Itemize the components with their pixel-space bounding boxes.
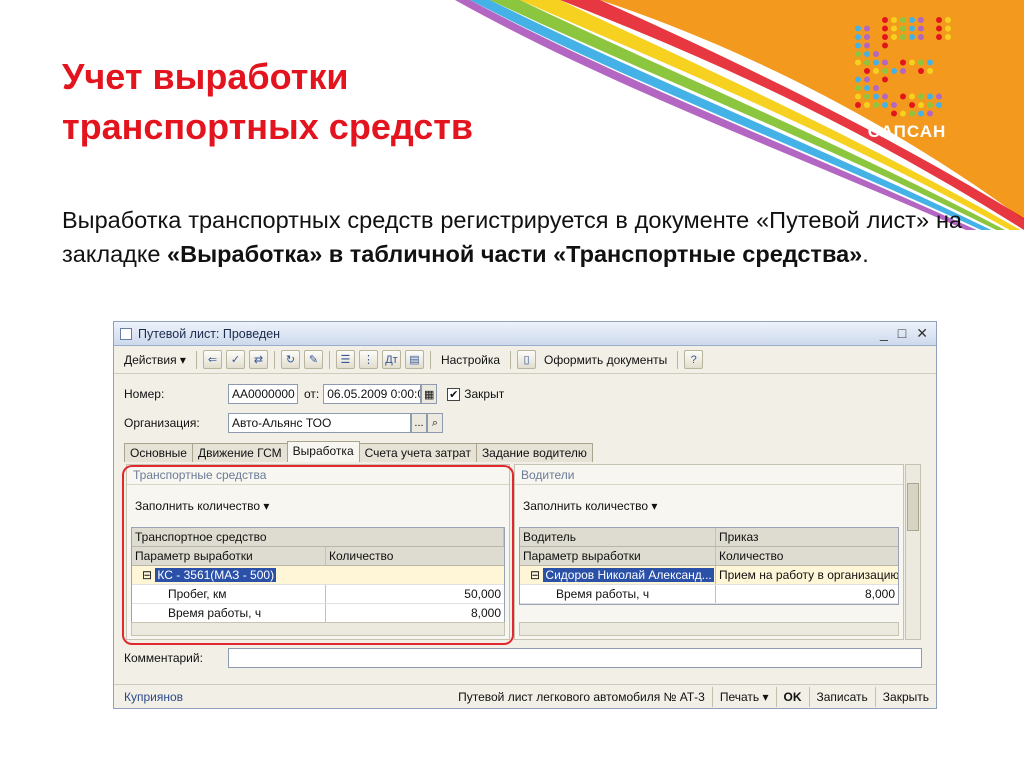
author-name: Куприянов (124, 689, 184, 704)
minimize-icon[interactable]: _ (880, 325, 888, 342)
table-row[interactable]: Время работы, ч 8,000 (520, 585, 898, 604)
ellipsis-button[interactable]: ... (411, 413, 427, 433)
number-label: Номер: (124, 387, 165, 401)
issue-documents-button[interactable]: Оформить документы (540, 351, 671, 369)
separator (273, 350, 275, 369)
column-driver[interactable]: Водитель (520, 528, 716, 546)
post-icon[interactable]: ↻ (280, 350, 300, 369)
back-icon[interactable]: ⇐ (202, 350, 222, 369)
order-cell: Прием на работу в организацию... (719, 568, 898, 582)
drivers-table: Водитель Приказ Параметр выработки Колич… (519, 527, 899, 605)
organization-label: Организация: (124, 416, 200, 430)
organization-row: Организация: Авто-Альянс ТОО ... ⌕ (124, 413, 443, 433)
comment-input[interactable] (228, 648, 922, 668)
separator (429, 350, 431, 369)
print-form-name[interactable]: Путевой лист легкового автомобиля № АТ-3 (451, 687, 712, 707)
separator (677, 350, 679, 369)
document-check-icon[interactable]: ✓ (225, 350, 245, 369)
docs-icon: ▯ (517, 350, 537, 369)
toolbar: Действия ▾ ⇐ ✓ ⇄ ↻ ✎ ☰ ⋮ Дт ▤ Настройка … (114, 346, 936, 374)
description-end: . (862, 241, 869, 267)
tab-output[interactable]: Выработка (286, 441, 360, 462)
column-order[interactable]: Приказ (716, 528, 898, 546)
drivers-panel: Водители Заполнить количество ▾ Водитель… (514, 464, 904, 640)
calendar-icon[interactable]: ▦ (421, 384, 438, 404)
maximize-icon[interactable]: □ (898, 325, 906, 342)
tab-fuel[interactable]: Движение ГСМ (191, 443, 288, 462)
comment-label: Комментарий: (124, 651, 203, 665)
date-label: от: (304, 387, 320, 401)
help-icon[interactable]: ? (684, 350, 704, 369)
highlight-frame (122, 465, 514, 645)
report-icon[interactable]: ▤ (404, 350, 424, 369)
actions-menu[interactable]: Действия ▾ (120, 351, 190, 369)
fill-quantity-button[interactable]: Заполнить количество ▾ (523, 499, 657, 513)
tab-driver-task[interactable]: Задание водителю (475, 443, 593, 462)
separator (510, 350, 512, 369)
structure-icon[interactable]: ⋮ (358, 350, 378, 369)
sapsan-logo: САПСАН (852, 14, 962, 141)
organization-input[interactable]: Авто-Альянс ТОО (228, 413, 411, 433)
number-row: Номер: АА0000000 от: 06.05.2009 0:00:0 ▦… (124, 384, 504, 404)
title-line-2: транспортных средств (62, 106, 473, 147)
number-input[interactable]: АА0000000 (228, 384, 298, 404)
separator (328, 350, 330, 369)
window-title: Путевой лист: Проведен (138, 326, 281, 341)
table-row[interactable]: ⊟ Сидоров Николай Александ... Прием на р… (520, 566, 898, 585)
list-icon[interactable]: ☰ (335, 350, 355, 369)
description-bold: «Выработка» в табличной части «Транспорт… (167, 241, 863, 267)
save-button[interactable]: Записать (808, 686, 875, 707)
logo-text: САПСАН (867, 122, 947, 141)
title-line-1: Учет выработки (62, 56, 349, 97)
closed-checkbox[interactable]: ✔ (447, 387, 461, 401)
column-quantity[interactable]: Количество (716, 547, 898, 565)
logo-dots-icon (855, 17, 951, 117)
dt-kt-icon[interactable]: Дт (381, 350, 401, 369)
quantity-cell: 8,000 (864, 587, 895, 601)
document-icon (120, 327, 132, 340)
parameter-cell: Время работы, ч (520, 585, 716, 603)
ok-button[interactable]: OK (775, 686, 809, 707)
slide-description: Выработка транспортных средств регистрир… (62, 203, 962, 271)
slide-title: Учет выработки транспортных средств (62, 52, 582, 152)
unpost-icon[interactable]: ✎ (303, 350, 323, 369)
driver-name: Сидоров Николай Александ... (543, 568, 714, 582)
tab-main[interactable]: Основные (124, 443, 193, 462)
comment-row: Комментарий: (124, 648, 922, 668)
closed-label: Закрыт (464, 387, 505, 401)
separator (195, 350, 197, 369)
column-parameter[interactable]: Параметр выработки (520, 547, 716, 565)
close-icon[interactable]: ✕ (916, 325, 928, 342)
vertical-scrollbar[interactable] (905, 464, 921, 640)
status-bar: Куприянов Путевой лист легкового автомоб… (114, 684, 936, 708)
date-input[interactable]: 06.05.2009 0:00:0 (323, 384, 422, 404)
waybill-window: Путевой лист: Проведен _ □ ✕ Действия ▾ … (113, 321, 937, 709)
horizontal-scrollbar[interactable] (519, 622, 899, 636)
collapse-icon[interactable]: ⊟ (530, 568, 540, 582)
print-button[interactable]: Печать ▾ (711, 686, 776, 707)
search-icon[interactable]: ⌕ (427, 413, 443, 433)
scrollbar-thumb[interactable] (907, 483, 919, 531)
tab-cost-accounts[interactable]: Счета учета затрат (358, 443, 477, 462)
document-tabs: Основные Движение ГСМ Выработка Счета уч… (124, 441, 593, 462)
table-header: Параметр выработки Количество (520, 547, 898, 566)
drivers-header: Водители (515, 465, 903, 485)
document-swap-icon[interactable]: ⇄ (248, 350, 268, 369)
settings-button[interactable]: Настройка (437, 351, 504, 369)
window-titlebar[interactable]: Путевой лист: Проведен _ □ ✕ (114, 322, 936, 346)
close-button[interactable]: Закрыть (874, 686, 936, 707)
table-header: Водитель Приказ (520, 528, 898, 547)
